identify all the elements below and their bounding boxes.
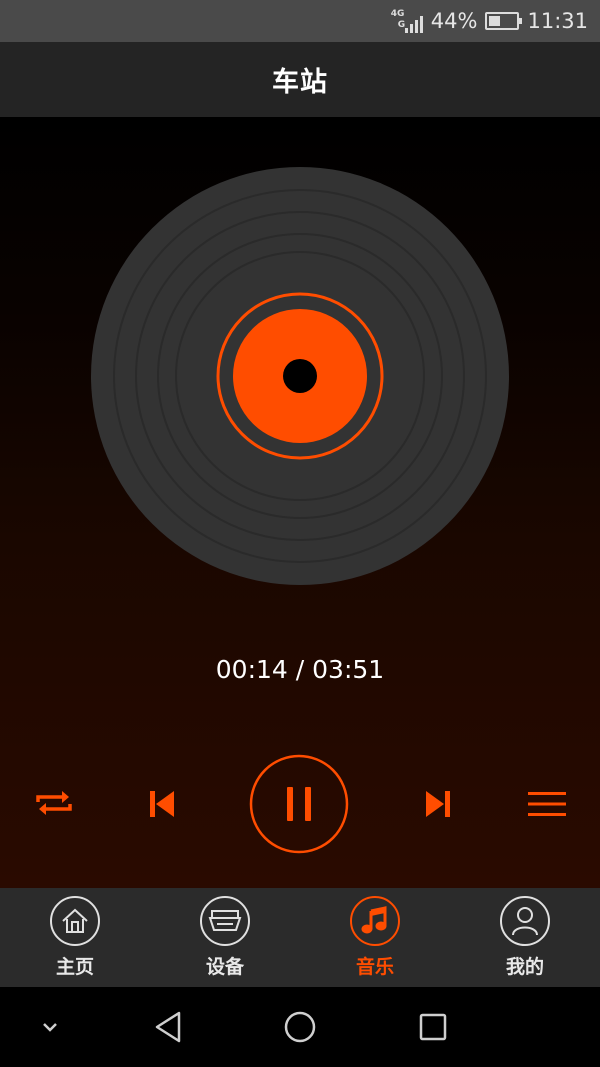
total-duration: 03:51 xyxy=(312,655,385,684)
title-bar: 车站 xyxy=(0,42,600,117)
nav-item-device[interactable]: 设备 xyxy=(150,888,300,987)
nav-item-music[interactable]: 音乐 xyxy=(300,888,450,987)
back-triangle-icon xyxy=(155,1011,181,1043)
time-separator: / xyxy=(287,655,313,684)
profile-icon xyxy=(500,896,550,946)
pause-icon xyxy=(249,754,349,854)
signal-bars xyxy=(404,16,423,33)
battery-fill xyxy=(489,16,501,26)
repeat-button[interactable] xyxy=(28,782,80,824)
song-title: 车站 xyxy=(272,67,328,98)
nav-item-home[interactable]: 主页 xyxy=(0,888,150,987)
status-bar: 4G G 44% 11:31 xyxy=(0,0,600,42)
vinyl-disc xyxy=(91,167,509,585)
elapsed-time: 00:14 xyxy=(215,655,288,684)
back-button[interactable] xyxy=(140,987,196,1067)
nav-item-profile[interactable]: 我的 xyxy=(450,888,600,987)
battery-percent: 44% xyxy=(430,9,478,33)
recents-square-icon xyxy=(419,1013,447,1041)
playlist-icon xyxy=(528,792,566,816)
next-button[interactable] xyxy=(416,782,460,826)
signal-icon: 4G G xyxy=(391,7,423,35)
system-nav-bar xyxy=(0,987,600,1067)
skip-next-icon xyxy=(426,791,450,817)
hide-nav-button[interactable] xyxy=(30,987,70,1067)
device-icon xyxy=(200,896,250,946)
nav-label-profile: 我的 xyxy=(505,956,544,978)
pause-button[interactable] xyxy=(249,754,349,854)
spindle-hole xyxy=(283,359,317,393)
recents-button[interactable] xyxy=(405,987,461,1067)
home-button[interactable] xyxy=(272,987,328,1067)
music-note-icon xyxy=(350,896,400,946)
battery-icon xyxy=(485,12,523,30)
skip-previous-icon xyxy=(150,791,174,817)
network-type-label: 4G xyxy=(390,9,405,19)
bottom-nav: 主页 设备 音乐 我的 xyxy=(0,888,600,987)
home-circle-icon xyxy=(284,1011,316,1043)
nav-label-device: 设备 xyxy=(205,956,244,978)
time-readout: 00:14 / 03:51 xyxy=(0,655,600,684)
chevron-down-icon xyxy=(43,1023,57,1032)
nav-label-music: 音乐 xyxy=(355,956,394,978)
previous-button[interactable] xyxy=(140,782,184,826)
clock: 11:31 xyxy=(527,9,588,33)
nav-label-home: 主页 xyxy=(55,956,94,978)
home-icon xyxy=(50,896,100,946)
playlist-button[interactable] xyxy=(524,782,570,826)
status-indicators: 4G G 44% 11:31 xyxy=(391,0,588,42)
player-area: 00:14 / 03:51 xyxy=(0,117,600,888)
repeat-icon xyxy=(36,791,72,815)
